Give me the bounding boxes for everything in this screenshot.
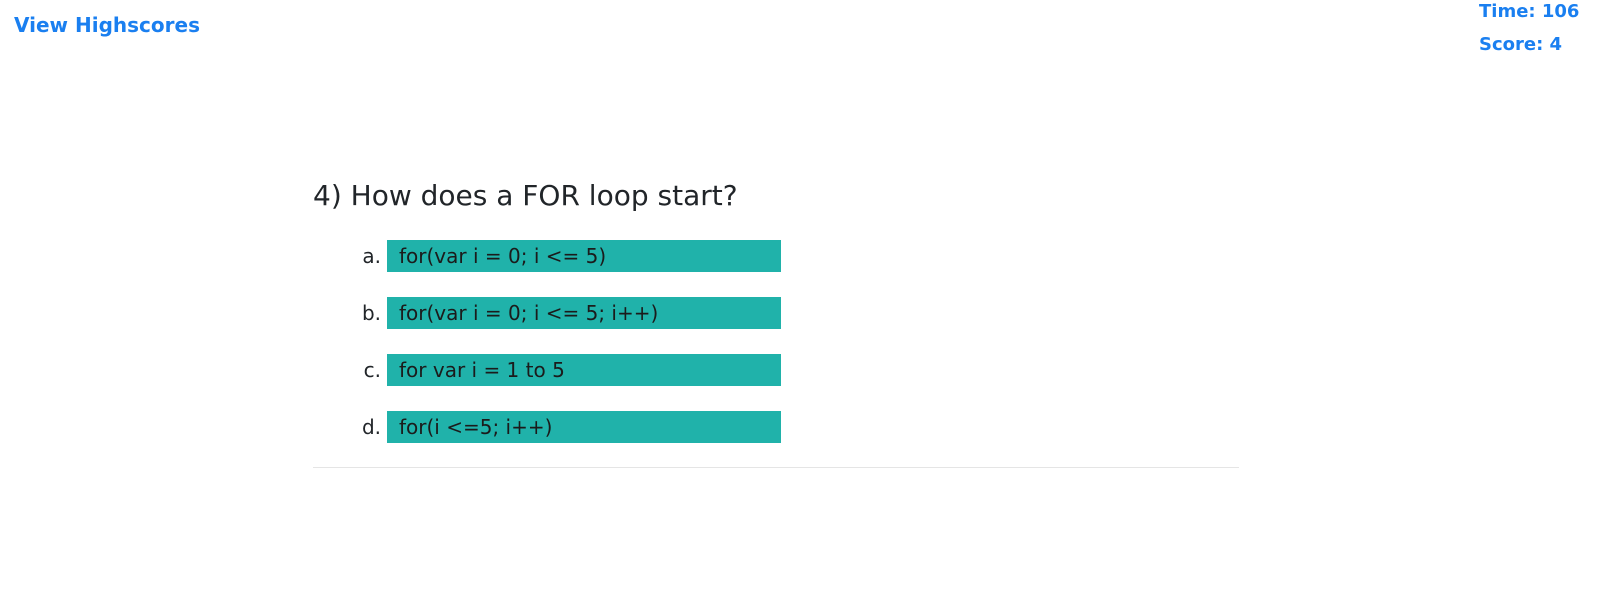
timer-display: Time: 106 [1479,1,1580,22]
quiz-page: View Highscores Time: 106 Score: 4 4) Ho… [0,0,1607,596]
answer-row-b: b. for(var i = 0; i <= 5; i++) [313,297,1239,329]
answer-letter: d. [361,415,381,439]
score-display: Score: 4 [1479,34,1563,55]
answer-button-a[interactable]: for(var i = 0; i <= 5) [387,240,781,272]
answer-letter: c. [363,358,381,382]
answer-row-c: c. for var i = 1 to 5 [313,354,1239,386]
answer-button-b[interactable]: for(var i = 0; i <= 5; i++) [387,297,781,329]
answer-letter: b. [361,301,381,325]
answer-letter: a. [362,244,381,268]
view-highscores-link[interactable]: View Highscores [14,13,200,37]
question-card: 4) How does a FOR loop start? a. for(var… [313,176,1239,468]
answer-button-d[interactable]: for(i <=5; i++) [387,411,781,443]
answer-row-d: d. for(i <=5; i++) [313,411,1239,443]
answer-button-c[interactable]: for var i = 1 to 5 [387,354,781,386]
question-title: 4) How does a FOR loop start? [313,179,738,212]
answer-row-a: a. for(var i = 0; i <= 5) [313,240,1239,272]
answer-list: a. for(var i = 0; i <= 5) b. for(var i =… [313,240,1239,443]
divider [313,467,1239,468]
